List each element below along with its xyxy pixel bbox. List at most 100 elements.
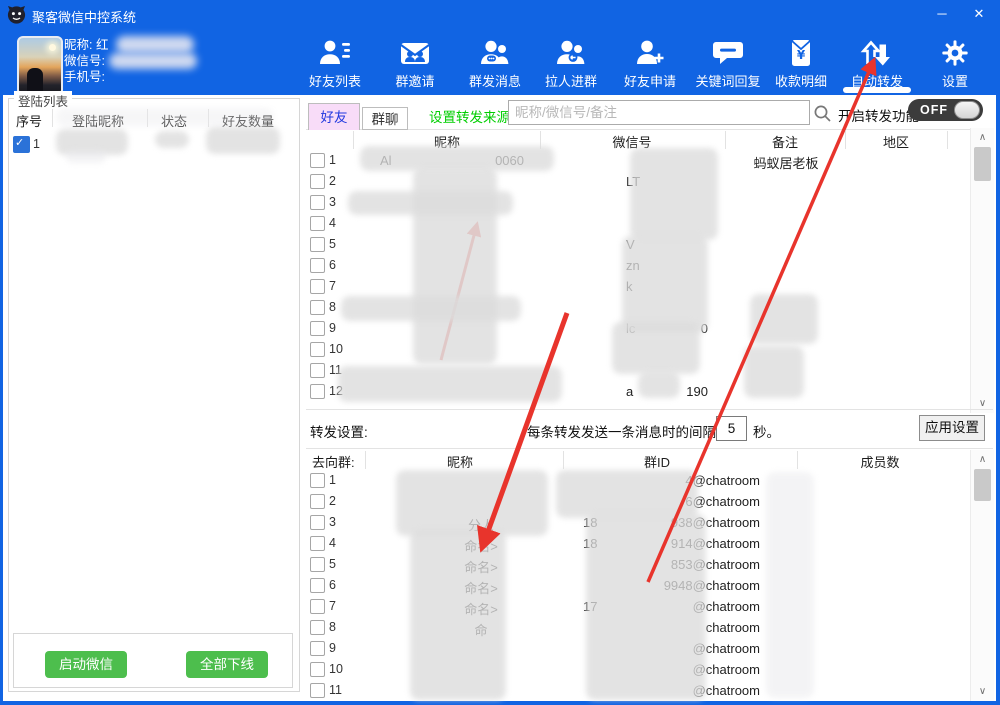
interval-unit: 秒。 (753, 421, 780, 441)
row-checkbox[interactable] (310, 578, 325, 593)
toggle-knob[interactable] (954, 101, 980, 119)
row-checkbox[interactable] (310, 279, 325, 294)
group-invite-icon (380, 36, 450, 68)
toolbar-friend-request[interactable]: 好友申请 (615, 36, 685, 88)
redaction-blob (556, 470, 698, 518)
redaction-blob (630, 148, 718, 240)
column-header-group-id[interactable]: 群ID (610, 452, 704, 471)
row-checkbox[interactable] (310, 342, 325, 357)
tab-group-chat[interactable]: 群聊 (362, 107, 408, 130)
close-button[interactable]: ✕ (964, 2, 994, 26)
column-header-member-count[interactable]: 成员数 (833, 452, 927, 471)
scroll-up-icon[interactable]: ∧ (971, 132, 994, 143)
tab-friends[interactable]: 好友 (308, 103, 360, 130)
redaction-blob (750, 294, 818, 344)
toolbar-friend-list[interactable]: 好友列表 (300, 36, 370, 88)
app-logo-icon (7, 5, 26, 24)
app-window: 聚客微信中控系统 ─ ✕ 昵称: 红 微信号: 手机号: 好友列表 群邀请 群发… (0, 0, 1000, 705)
friend-request-icon (615, 36, 685, 68)
row-checkbox[interactable] (310, 174, 325, 189)
offline-all-button[interactable]: 全部下线 (186, 651, 268, 678)
redaction-blob (109, 53, 197, 69)
toolbar-keyword-reply[interactable]: 关键词回复 (690, 36, 766, 88)
row-checkbox[interactable] (310, 515, 325, 530)
redaction-blob (744, 346, 804, 398)
minimize-button[interactable]: ─ (927, 2, 957, 26)
payment-detail-icon: ¥ (766, 36, 836, 68)
dest-row-label: 去向群: (312, 452, 355, 471)
column-header-seq[interactable]: 序号 (16, 111, 42, 130)
start-wechat-button[interactable]: 启动微信 (45, 651, 127, 678)
row-checkbox[interactable] (310, 620, 325, 635)
svg-text:¥: ¥ (797, 48, 806, 62)
row-checkbox[interactable] (310, 494, 325, 509)
toolbar-group-message[interactable]: 群发消息 (460, 36, 530, 88)
row-checkbox[interactable] (310, 683, 325, 698)
row-checkbox[interactable] (13, 136, 30, 153)
user-nickname-line: 昵称: 红 (64, 37, 108, 53)
sun-decoration (49, 44, 56, 51)
toolbar-label: 关键词回复 (690, 71, 766, 90)
search-icon[interactable] (813, 104, 832, 123)
redaction-blob (766, 472, 814, 698)
toolbar-label: 好友列表 (300, 71, 370, 90)
toolbar-label: 收款明细 (766, 71, 836, 90)
row-checkbox[interactable] (310, 153, 325, 168)
scrollbar-thumb[interactable] (974, 469, 991, 501)
row-checkbox[interactable] (310, 662, 325, 677)
toolbar-auto-forward[interactable]: 自动转发 (842, 36, 912, 88)
settings-icon (920, 36, 990, 68)
interval-input[interactable] (716, 416, 747, 441)
row-checkbox[interactable] (310, 258, 325, 273)
group-message-icon (460, 36, 530, 68)
toolbar-settings[interactable]: 设置 (920, 36, 990, 88)
row-checkbox[interactable] (310, 216, 325, 231)
remark-fragment: 蚂蚁居老板 (726, 153, 846, 172)
toggle-label: 开启转发功能 (838, 105, 919, 125)
row-checkbox[interactable] (310, 363, 325, 378)
apply-settings-button[interactable]: 应用设置 (919, 415, 985, 441)
row-checkbox[interactable] (310, 557, 325, 572)
row-checkbox[interactable] (310, 473, 325, 488)
row-checkbox[interactable] (310, 321, 325, 336)
toolbar-label: 群发消息 (460, 71, 530, 90)
redaction-blob (396, 470, 548, 536)
row-checkbox[interactable] (310, 195, 325, 210)
login-panel (8, 98, 300, 692)
wechat-id-fragment: a (626, 384, 633, 399)
redaction-blob (622, 236, 708, 332)
toolbar-pull-into-group[interactable]: 拉人进群 (536, 36, 606, 88)
toggle-state-text: OFF (920, 103, 948, 117)
row-checkbox[interactable] (310, 237, 325, 252)
column-header-group-nickname[interactable]: 昵称 (413, 452, 507, 471)
row-checkbox[interactable] (310, 641, 325, 656)
dest-scrollbar[interactable]: ∧ ∨ (970, 450, 994, 701)
row-checkbox[interactable] (310, 599, 325, 614)
scroll-down-icon[interactable]: ∨ (971, 398, 994, 409)
nickname-label: 昵称: (64, 38, 96, 52)
forward-toggle[interactable]: OFF (908, 99, 983, 121)
scrollbar-thumb[interactable] (974, 147, 991, 181)
scroll-down-icon[interactable]: ∨ (971, 686, 994, 697)
row-checkbox[interactable] (310, 384, 325, 399)
redaction-blob (341, 296, 521, 321)
toolbar-label: 群邀请 (380, 71, 450, 90)
forward-settings-label: 转发设置: (310, 421, 368, 441)
redaction-blob (116, 36, 194, 53)
auto-forward-icon (842, 36, 912, 68)
pull-into-group-icon (536, 36, 606, 68)
toolbar-payment-detail[interactable]: ¥ 收款明细 (766, 36, 836, 88)
search-input[interactable] (508, 100, 810, 125)
redaction-blob (612, 322, 700, 374)
redaction-blob (338, 366, 562, 402)
column-header-region[interactable]: 地区 (849, 132, 943, 151)
row-checkbox[interactable] (310, 300, 325, 315)
scroll-up-icon[interactable]: ∧ (971, 454, 994, 465)
row-checkbox[interactable] (310, 536, 325, 551)
app-title: 聚客微信中控系统 (32, 7, 136, 26)
toolbar-group-invite[interactable]: 群邀请 (380, 36, 450, 88)
redaction-blob (348, 191, 513, 215)
column-header-remark[interactable]: 备注 (738, 132, 832, 151)
redaction-blob (206, 127, 280, 154)
source-scrollbar[interactable]: ∧ ∨ (970, 128, 994, 413)
